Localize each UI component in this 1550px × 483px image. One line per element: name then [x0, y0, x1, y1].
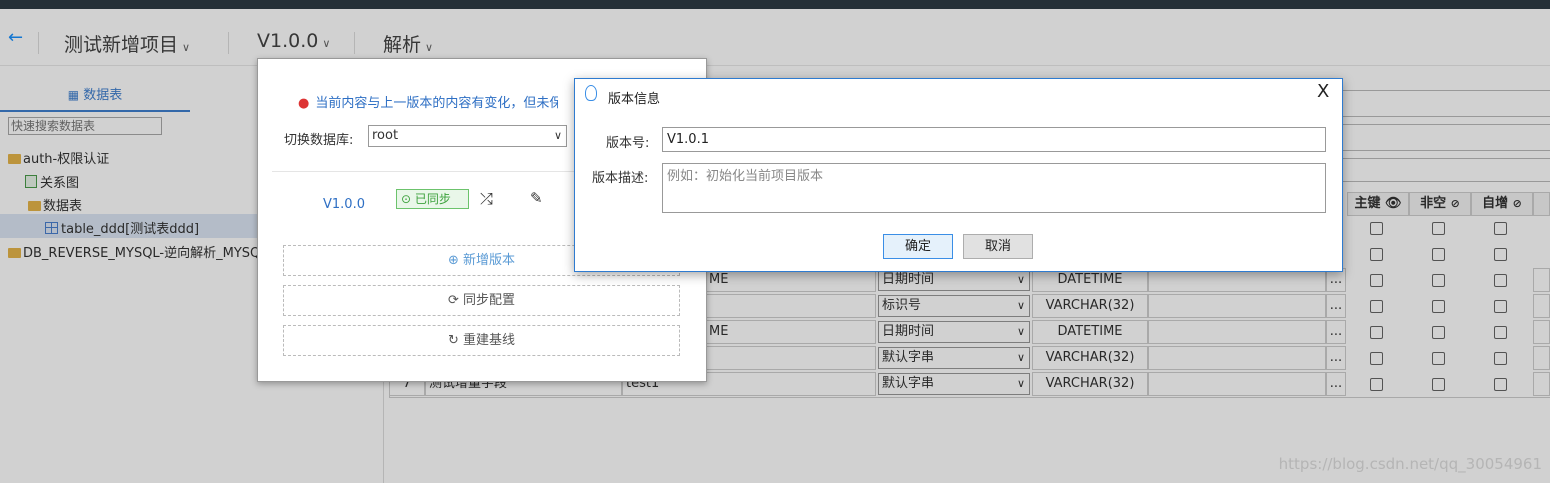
edit-icon[interactable]: ✎ [530, 189, 543, 207]
desc-label: 版本描述: [592, 171, 649, 186]
check-circle-icon: ⊙ [401, 192, 412, 206]
app-logo-icon [585, 85, 597, 101]
close-icon[interactable]: X [1317, 81, 1329, 102]
sync-config-button[interactable]: ⟳ 同步配置 [283, 285, 680, 316]
version-no-label: 版本号: [606, 136, 650, 151]
cancel-button[interactable]: 取消 [963, 234, 1033, 259]
version-info-dialog: 版本信息 X 版本号: V1.0.1 版本描述: 例如：初始化当前项目版本 确定… [574, 78, 1343, 272]
change-notice: ● 当前内容与上一版本的内容有变化，但未保 [298, 96, 558, 111]
version-item-label: V1.0.0 [323, 197, 365, 212]
rebuild-baseline-button[interactable]: ↻ 重建基线 [283, 325, 680, 356]
ok-button[interactable]: 确定 [883, 234, 953, 259]
db-label: 切换数据库: [284, 133, 354, 148]
rebuild-icon: ↻ [447, 333, 459, 348]
version-no-input[interactable]: V1.0.1 [662, 127, 1326, 152]
sync-icon: ⟳ [447, 293, 459, 308]
dot-icon: ● [298, 96, 310, 111]
plus-circle-icon: ⊕ [447, 253, 459, 268]
desc-textarea[interactable]: 例如：初始化当前项目版本 [662, 163, 1326, 213]
db-select[interactable]: root ∨ [368, 125, 567, 147]
synced-badge: ⊙ 已同步 [396, 189, 469, 209]
dialog-title: 版本信息 [608, 92, 661, 107]
chevron-down-icon: ∨ [553, 129, 562, 142]
watermark: https://blog.csdn.net/qq_30054961 [1278, 455, 1542, 473]
shuffle-icon[interactable]: ⤮ [480, 189, 493, 209]
